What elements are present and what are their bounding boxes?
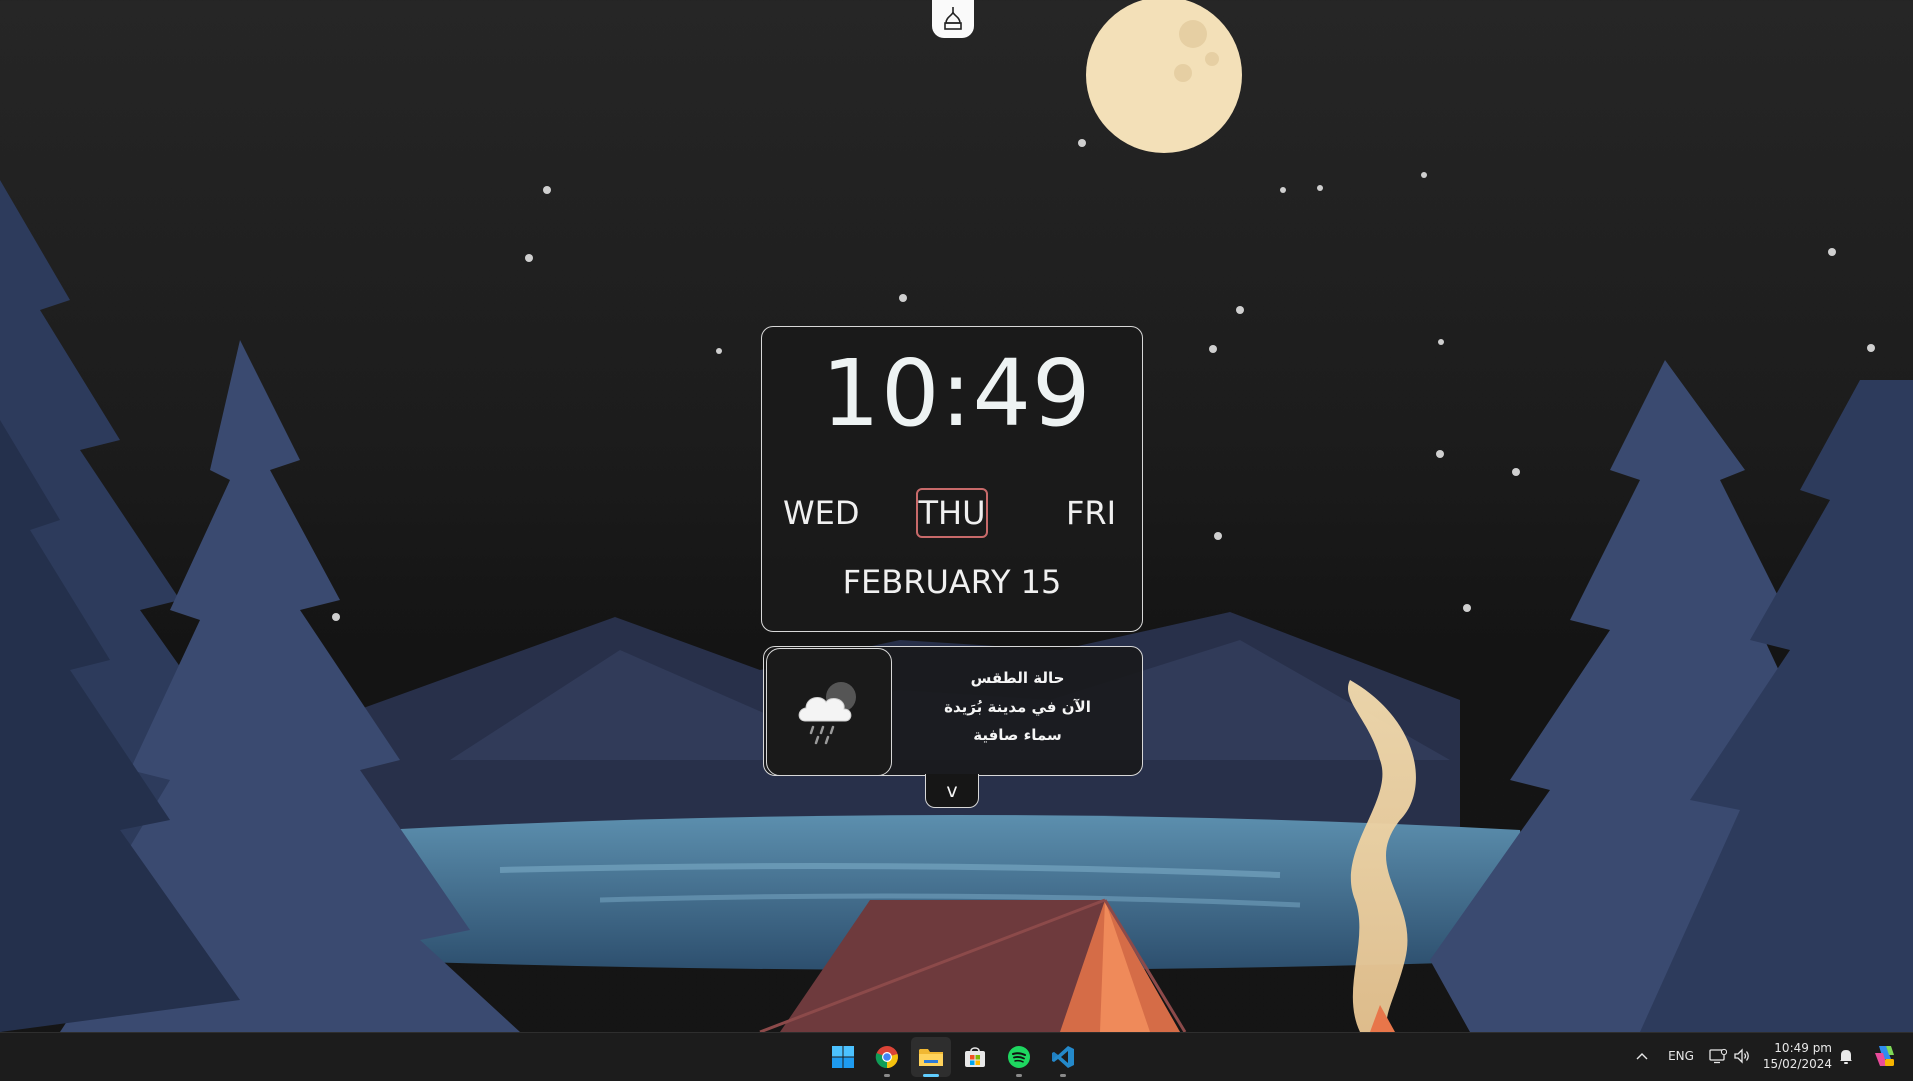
vscode-icon xyxy=(1052,1046,1074,1068)
mosque-icon xyxy=(944,7,962,30)
clock-date: FEBRUARY 15 xyxy=(842,563,1062,601)
day-current: THU xyxy=(916,488,988,538)
chrome-icon xyxy=(875,1046,898,1069)
volume-icon xyxy=(1734,1048,1749,1064)
network-button[interactable] xyxy=(1706,1040,1730,1072)
weather-condition: سماء صافية xyxy=(973,726,1062,744)
active-indicator xyxy=(923,1074,939,1077)
taskbar-app-file-explorer[interactable] xyxy=(911,1037,951,1077)
taskbar-date: 15/02/2024 xyxy=(1762,1057,1832,1071)
spotify-icon xyxy=(1008,1046,1030,1068)
weather-icon-box xyxy=(766,648,892,776)
running-indicator xyxy=(1060,1074,1066,1077)
tray-overflow-button[interactable] xyxy=(1630,1040,1654,1072)
bell-icon xyxy=(1840,1050,1852,1064)
folder-icon xyxy=(919,1049,943,1066)
start-button[interactable] xyxy=(823,1037,863,1077)
taskbar-clock[interactable]: 10:49 pm 15/02/2024 xyxy=(1760,1040,1832,1072)
day-next: FRI xyxy=(1066,494,1117,532)
pine-trees-left xyxy=(0,180,520,1032)
expand-widget-button[interactable]: v xyxy=(925,774,979,808)
volume-button[interactable] xyxy=(1730,1040,1754,1072)
copilot-icon xyxy=(1875,1046,1894,1066)
store-icon xyxy=(965,1047,985,1067)
prayer-times-tab[interactable] xyxy=(932,0,974,38)
notifications-button[interactable] xyxy=(1834,1040,1858,1072)
chevron-up-icon xyxy=(1636,1053,1648,1060)
taskbar-app-chrome[interactable] xyxy=(867,1037,907,1077)
taskbar-app-microsoft-store[interactable] xyxy=(955,1037,995,1077)
moon xyxy=(1086,0,1242,153)
day-previous: WED xyxy=(783,494,860,532)
windows-logo-icon xyxy=(832,1046,854,1068)
weather-title: حالة الطقس xyxy=(970,669,1065,687)
cloud-rain-night-icon xyxy=(798,682,856,745)
taskbar-app-vscode[interactable] xyxy=(1043,1037,1083,1077)
taskbar-time: 10:49 pm xyxy=(1774,1041,1832,1055)
weather-city: الآن في مدينة بُرَيدة xyxy=(944,698,1091,716)
network-icon xyxy=(1709,1048,1727,1064)
language-indicator[interactable]: ENG xyxy=(1664,1040,1698,1072)
running-indicator xyxy=(884,1074,890,1077)
copilot-button[interactable] xyxy=(1868,1040,1898,1072)
pine-trees-right xyxy=(1430,360,1913,1032)
running-indicator xyxy=(1016,1074,1022,1077)
clock-time: 10:49 xyxy=(821,340,1092,447)
taskbar-app-spotify[interactable] xyxy=(999,1037,1039,1077)
